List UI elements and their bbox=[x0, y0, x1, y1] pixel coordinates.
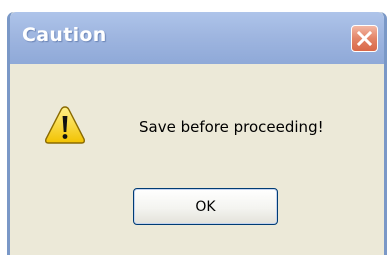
dialog-title: Caution bbox=[22, 24, 107, 46]
close-icon bbox=[357, 31, 372, 46]
caution-dialog: Caution Save before proceeding! OK bbox=[7, 12, 387, 255]
ok-button[interactable]: OK bbox=[133, 188, 278, 225]
title-bar[interactable]: Caution bbox=[10, 12, 384, 64]
message-text: Save before proceeding! bbox=[139, 118, 324, 136]
warning-icon bbox=[45, 106, 85, 144]
close-button[interactable] bbox=[351, 25, 378, 52]
